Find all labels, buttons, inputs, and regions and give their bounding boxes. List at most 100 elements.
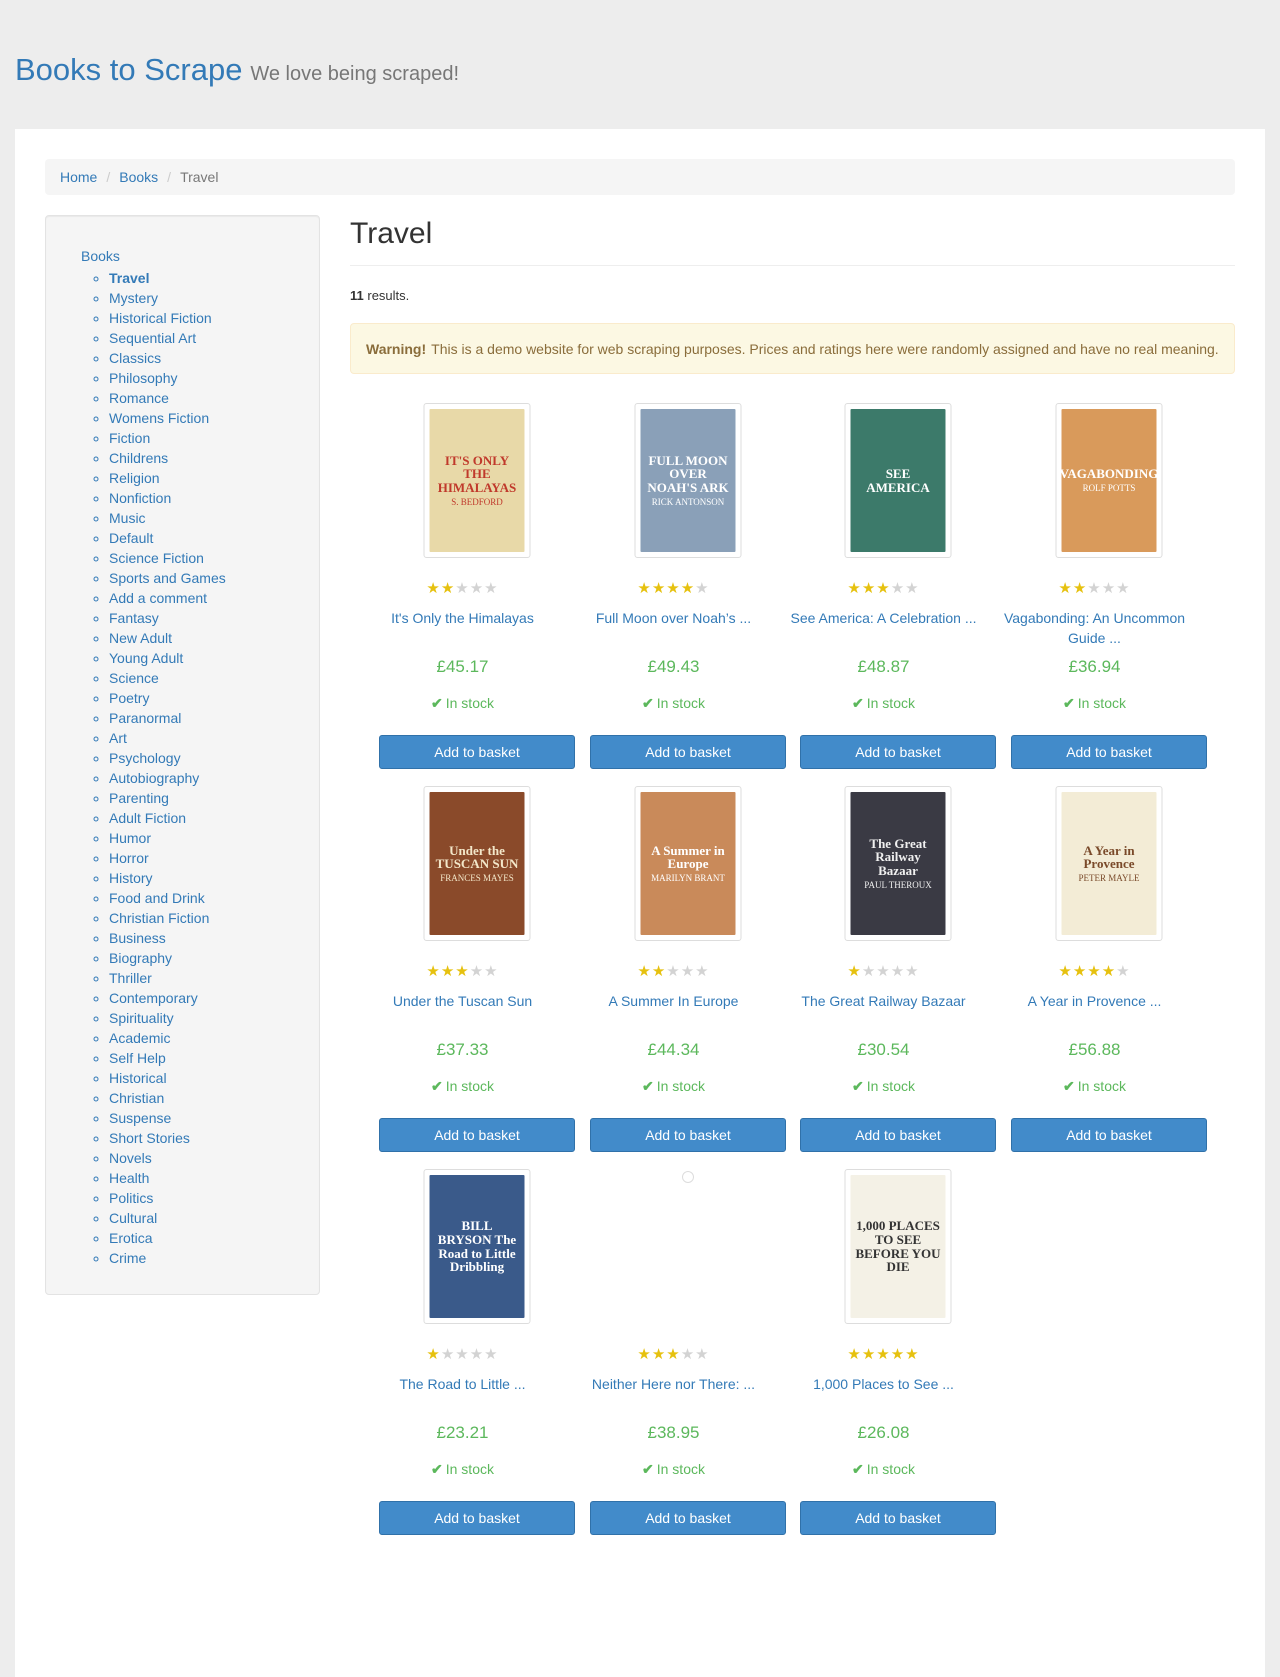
- site-title-link[interactable]: Books to Scrape: [15, 52, 242, 87]
- sidebar-category-link[interactable]: Biography: [109, 950, 172, 966]
- product-title-link[interactable]: Under the Tuscan Sun: [350, 991, 575, 1011]
- product-price: £45.17: [436, 657, 489, 676]
- sidebar-category-link[interactable]: Crime: [109, 1250, 146, 1266]
- sidebar-category-link[interactable]: Fantasy: [109, 610, 159, 626]
- sidebar-category-link[interactable]: Science Fiction: [109, 550, 204, 566]
- breadcrumb-books[interactable]: Books: [119, 169, 158, 185]
- sidebar-category-link[interactable]: Mystery: [109, 290, 158, 306]
- product-title-link[interactable]: See America: A Celebration ...: [771, 608, 996, 628]
- product-thumbnail[interactable]: IT'S ONLY THE HIMALAYAS S. BEDFORD: [423, 403, 531, 558]
- sidebar-category-link[interactable]: History: [109, 870, 153, 886]
- product-title-link[interactable]: Vagabonding: An Uncommon Guide ...: [982, 608, 1207, 648]
- product-pod: A Year in Provence PETER MAYLE ★★★★★ A Year…: [982, 786, 1207, 1196]
- product-thumbnail[interactable]: A Year in Provence PETER MAYLE: [1055, 786, 1163, 941]
- sidebar-category-link[interactable]: Poetry: [109, 690, 149, 706]
- star-icon: ★: [876, 580, 891, 597]
- sidebar-category-link[interactable]: Health: [109, 1170, 149, 1186]
- product-thumbnail[interactable]: Under the TUSCAN SUN FRANCES MAYES: [423, 786, 531, 941]
- product-title-link[interactable]: A Year in Provence ...: [982, 991, 1207, 1011]
- product-thumbnail[interactable]: A Summer in Europe MARILYN BRANT: [634, 786, 742, 941]
- sidebar-category-link[interactable]: Philosophy: [109, 370, 178, 386]
- sidebar-category-link[interactable]: Self Help: [109, 1050, 166, 1066]
- add-to-basket-button[interactable]: Add to basket: [800, 1118, 996, 1152]
- sidebar-category-link[interactable]: Psychology: [109, 750, 181, 766]
- star-icon: ★: [847, 1346, 862, 1363]
- sidebar-item: Politics: [109, 1188, 300, 1208]
- sidebar-category-link[interactable]: Thriller: [109, 970, 152, 986]
- sidebar-category-link[interactable]: Autobiography: [109, 770, 199, 786]
- sidebar-category-link[interactable]: Erotica: [109, 1230, 153, 1246]
- sidebar-category-link[interactable]: Classics: [109, 350, 161, 366]
- sidebar-category-link[interactable]: Paranormal: [109, 710, 181, 726]
- sidebar-category-link[interactable]: Science: [109, 670, 159, 686]
- sidebar-category-link[interactable]: Romance: [109, 390, 169, 406]
- book-cover-image: FULL MOON OVER NOAH'S ARK RICK ANTONSON: [640, 409, 736, 552]
- sidebar-category-link[interactable]: Parenting: [109, 790, 169, 806]
- sidebar-category-link[interactable]: Default: [109, 530, 153, 546]
- add-to-basket-button[interactable]: Add to basket: [379, 1118, 575, 1152]
- star-icon: ★: [484, 1346, 499, 1363]
- sidebar-item: Erotica: [109, 1228, 300, 1248]
- sidebar-category-link[interactable]: Historical Fiction: [109, 310, 212, 326]
- product-title-link[interactable]: 1,000 Places to See ...: [771, 1374, 996, 1394]
- sidebar-root-books[interactable]: Books: [65, 246, 300, 266]
- sidebar-category-link[interactable]: Music: [109, 510, 146, 526]
- add-to-basket-button[interactable]: Add to basket: [590, 1501, 786, 1535]
- sidebar-category-link[interactable]: Novels: [109, 1150, 152, 1166]
- sidebar-category-link[interactable]: Christian: [109, 1090, 164, 1106]
- sidebar-category-link[interactable]: Christian Fiction: [109, 910, 209, 926]
- add-to-basket-button[interactable]: Add to basket: [379, 735, 575, 769]
- sidebar-category-link[interactable]: Adult Fiction: [109, 810, 186, 826]
- sidebar-category-link[interactable]: Childrens: [109, 450, 168, 466]
- product-thumbnail[interactable]: The Great Railway Bazaar PAUL THEROUX: [844, 786, 952, 941]
- product-thumbnail[interactable]: FULL MOON OVER NOAH'S ARK RICK ANTONSON: [634, 403, 742, 558]
- add-to-basket-button[interactable]: Add to basket: [1011, 1118, 1207, 1152]
- broken-image-icon[interactable]: [682, 1171, 694, 1183]
- sidebar-category-link[interactable]: Food and Drink: [109, 890, 205, 906]
- product-thumbnail[interactable]: SEE AMERICA: [844, 403, 952, 558]
- sidebar-category-link[interactable]: Academic: [109, 1030, 170, 1046]
- add-to-basket-button[interactable]: Add to basket: [590, 1118, 786, 1152]
- add-to-basket-button[interactable]: Add to basket: [800, 1501, 996, 1535]
- sidebar-category-link[interactable]: Horror: [109, 850, 149, 866]
- add-to-basket-button[interactable]: Add to basket: [800, 735, 996, 769]
- add-to-basket-button[interactable]: Add to basket: [590, 735, 786, 769]
- product-title-link[interactable]: The Great Railway Bazaar: [771, 991, 996, 1011]
- breadcrumb-home[interactable]: Home: [60, 169, 97, 185]
- add-to-basket-button[interactable]: Add to basket: [379, 1501, 575, 1535]
- book-cover-title: 1,000 PLACES TO SEE BEFORE YOU DIE: [855, 1218, 941, 1275]
- product-title-link[interactable]: Full Moon over Noah’s ...: [561, 608, 786, 628]
- product-title-link[interactable]: A Summer In Europe: [561, 991, 786, 1011]
- sidebar-category-link[interactable]: Suspense: [109, 1110, 171, 1126]
- product-thumbnail[interactable]: BILL BRYSON The Road to Little Dribbling: [423, 1169, 531, 1324]
- sidebar-category-link[interactable]: Cultural: [109, 1210, 157, 1226]
- sidebar-category-link[interactable]: Sports and Games: [109, 570, 226, 586]
- sidebar-category-link[interactable]: New Adult: [109, 630, 172, 646]
- product-title-link[interactable]: Neither Here nor There: ...: [561, 1374, 786, 1394]
- add-to-basket-button[interactable]: Add to basket: [1011, 735, 1207, 769]
- breadcrumb-separator: /: [167, 169, 172, 185]
- product-thumbnail[interactable]: VAGABONDING ROLF POTTS: [1055, 403, 1163, 558]
- book-cover-image: Under the TUSCAN SUN FRANCES MAYES: [429, 792, 525, 935]
- sidebar-category-link[interactable]: Nonfiction: [109, 490, 171, 506]
- sidebar-category-link[interactable]: Short Stories: [109, 1130, 190, 1146]
- sidebar-category-link[interactable]: Womens Fiction: [109, 410, 209, 426]
- sidebar-category-link[interactable]: Young Adult: [109, 650, 183, 666]
- sidebar-category-link[interactable]: Historical: [109, 1070, 167, 1086]
- sidebar-category-link[interactable]: Travel: [109, 270, 149, 286]
- sidebar-category-link[interactable]: Add a comment: [109, 590, 207, 606]
- sidebar-category-link[interactable]: Sequential Art: [109, 330, 196, 346]
- product-title-link[interactable]: It's Only the Himalayas: [350, 608, 575, 628]
- product-price: £56.88: [1068, 1040, 1121, 1059]
- page-header: Books to Scrape We love being scraped!: [0, 0, 1280, 129]
- product-thumbnail[interactable]: 1,000 PLACES TO SEE BEFORE YOU DIE: [844, 1169, 952, 1324]
- sidebar-category-link[interactable]: Religion: [109, 470, 160, 486]
- sidebar-category-link[interactable]: Politics: [109, 1190, 153, 1206]
- sidebar-category-link[interactable]: Fiction: [109, 430, 150, 446]
- sidebar-category-link[interactable]: Humor: [109, 830, 151, 846]
- product-title-link[interactable]: The Road to Little ...: [350, 1374, 575, 1394]
- sidebar-category-link[interactable]: Business: [109, 930, 166, 946]
- sidebar-category-link[interactable]: Spirituality: [109, 1010, 174, 1026]
- sidebar-category-link[interactable]: Contemporary: [109, 990, 198, 1006]
- sidebar-category-link[interactable]: Art: [109, 730, 127, 746]
